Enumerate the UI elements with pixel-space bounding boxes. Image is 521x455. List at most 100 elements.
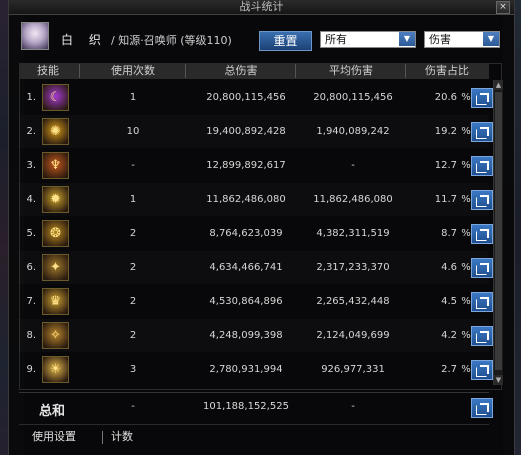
sun-burst-icon: ☀ (42, 356, 69, 383)
scope-select-value: 所有 (325, 33, 347, 46)
row-rank: 3. (26, 160, 36, 171)
export-icon[interactable] (471, 224, 493, 244)
window-title: 战斗统计 (239, 0, 284, 13)
claw-strike-icon: ✧ (42, 322, 69, 349)
row-pct-sign: % (461, 194, 471, 205)
row-uses: 10 (126, 126, 140, 137)
metric-select[interactable]: 伤害 ▼ (424, 31, 500, 48)
row-avg-damage: 4,382,311,519 (316, 228, 390, 239)
table-row: 3. ♆ - 12,899,892,617 - 12.7% (19, 149, 493, 182)
row-uses: 1 (129, 92, 137, 103)
table-row: 8. ✧ 2 4,248,099,398 2,124,049,699 4.2% (19, 319, 493, 352)
row-uses: 2 (129, 262, 137, 273)
export-icon[interactable] (471, 258, 493, 278)
demon-mask-icon: ♆ (42, 152, 69, 179)
row-damage-pct: 20.6 (434, 92, 457, 103)
row-damage-pct: 4.2 (441, 330, 457, 341)
row-avg-damage: - (351, 160, 355, 171)
row-avg-damage: 1,940,089,242 (316, 126, 390, 137)
summon-circle-icon: ✦ (42, 254, 69, 281)
row-avg-damage: 20,800,115,456 (313, 92, 393, 103)
scroll-up-button[interactable]: ▲ (494, 80, 503, 90)
row-avg-damage: 2,317,233,370 (316, 262, 390, 273)
window-titlebar[interactable]: 战斗统计 × (9, 0, 514, 15)
gold-swirl-icon: ❂ (42, 220, 69, 247)
header-divider (295, 64, 296, 78)
table-row: 7. ♛ 2 4,530,864,896 2,265,432,448 4.5% (19, 285, 493, 318)
scroll-down-button[interactable]: ▼ (494, 375, 503, 385)
chevron-down-icon: ▼ (483, 32, 499, 46)
golden-orb-icon: ✺ (42, 118, 69, 145)
export-icon[interactable] (471, 326, 493, 346)
row-pct-sign: % (461, 364, 471, 375)
row-damage-pct: 19.2 (434, 126, 457, 137)
row-total-damage: 20,800,115,456 (206, 92, 286, 103)
row-damage-pct: 8.7 (441, 228, 457, 239)
scroll-thumb[interactable] (495, 92, 502, 370)
row-damage-pct: 12.7 (434, 160, 457, 171)
export-icon[interactable] (471, 122, 493, 142)
total-label: 总和 (39, 404, 66, 419)
row-uses: 2 (129, 296, 137, 307)
row-uses: 3 (129, 364, 137, 375)
reset-button[interactable]: 重置 (259, 31, 312, 51)
table-row: 1. ☾ 1 20,800,115,456 20,800,115,456 20.6% (19, 81, 493, 114)
row-total-damage: 12,899,892,617 (206, 160, 286, 171)
total-damage: 101,188,152,525 (203, 401, 289, 412)
row-rank: 7. (26, 296, 36, 307)
total-export-icon[interactable] (471, 398, 493, 418)
header-divider (185, 64, 186, 78)
export-icon[interactable] (471, 190, 493, 210)
row-total-damage: 11,862,486,080 (206, 194, 286, 205)
header-divider (79, 64, 80, 78)
footer-divider (102, 431, 103, 444)
export-icon[interactable] (471, 292, 493, 312)
crescent-flame-icon: ☾ (42, 84, 69, 111)
player-name: 白 织 (61, 33, 107, 47)
header-skill: 技能 (37, 64, 59, 77)
row-rank: 9. (26, 364, 36, 375)
golden-beast-icon: ✹ (42, 186, 69, 213)
row-total-damage: 4,634,466,741 (209, 262, 283, 273)
row-uses: - (131, 160, 135, 171)
table-scrollbar[interactable]: ▲ ▼ (493, 80, 503, 385)
row-pct-sign: % (461, 160, 471, 171)
row-avg-damage: 2,265,432,448 (316, 296, 390, 307)
row-damage-pct: 2.7 (441, 364, 457, 375)
row-rank: 1. (26, 92, 36, 103)
header-uses: 使用次数 (111, 64, 155, 77)
header-pct: 伤害占比 (425, 64, 469, 77)
row-pct-sign: % (461, 262, 471, 273)
row-pct-sign: % (461, 330, 471, 341)
crown-sigil-icon: ♛ (42, 288, 69, 315)
table-row: 6. ✦ 2 4,634,466,741 2,317,233,370 4.6% (19, 251, 493, 284)
metric-select-value: 伤害 (429, 33, 451, 46)
row-uses: 2 (129, 330, 137, 341)
row-pct-sign: % (461, 92, 471, 103)
row-avg-damage: 2,124,049,699 (316, 330, 390, 341)
table-row: 5. ❂ 2 8,764,623,039 4,382,311,519 8.7% (19, 217, 493, 250)
table-row: 9. ☀ 3 2,780,931,994 926,977,331 2.7% (19, 353, 493, 386)
header-avg: 平均伤害 (329, 64, 373, 77)
settings-link[interactable]: 使用设置 (32, 425, 76, 449)
count-link[interactable]: 计数 (111, 425, 133, 449)
export-icon[interactable] (471, 88, 493, 108)
row-pct-sign: % (461, 296, 471, 307)
row-rank: 4. (26, 194, 36, 205)
footer-bar: 使用设置 计数 (19, 424, 489, 449)
row-uses: 2 (129, 228, 137, 239)
close-button[interactable]: × (496, 1, 510, 14)
export-icon[interactable] (471, 360, 493, 380)
row-total-damage: 19,400,892,428 (206, 126, 286, 137)
total-row: 总和 - 101,188,152,525 - (19, 392, 493, 423)
row-pct-sign: % (461, 126, 471, 137)
row-uses: 1 (129, 194, 137, 205)
total-avg: - (351, 401, 355, 412)
scope-select[interactable]: 所有 ▼ (320, 31, 416, 48)
row-damage-pct: 4.6 (441, 262, 457, 273)
export-icon[interactable] (471, 156, 493, 176)
row-total-damage: 2,780,931,994 (209, 364, 283, 375)
chevron-down-icon: ▼ (399, 32, 415, 46)
player-avatar (21, 22, 49, 50)
header-divider (405, 64, 406, 78)
